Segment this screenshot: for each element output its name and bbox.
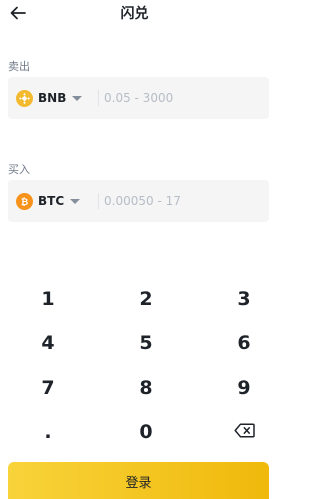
key-2[interactable]: 2 bbox=[116, 282, 176, 316]
sell-coin-name: BNB bbox=[38, 91, 67, 105]
key-3[interactable]: 3 bbox=[214, 282, 274, 316]
key-1[interactable]: 1 bbox=[18, 282, 78, 316]
key-dot[interactable]: . bbox=[18, 415, 78, 449]
sell-field: BNB bbox=[8, 77, 269, 119]
key-9[interactable]: 9 bbox=[214, 371, 274, 405]
backspace-icon bbox=[233, 421, 255, 443]
header: 闪兑 bbox=[0, 0, 269, 26]
bnb-coin-icon bbox=[16, 89, 33, 107]
sell-amount-input[interactable] bbox=[104, 88, 254, 108]
chevron-down-icon bbox=[70, 198, 81, 204]
backspace-key[interactable] bbox=[214, 415, 274, 449]
login-button[interactable]: 登录 bbox=[8, 462, 269, 499]
chevron-down-icon bbox=[72, 95, 83, 101]
sell-coin-selector[interactable]: BNB bbox=[16, 77, 83, 119]
svg-text:₿: ₿ bbox=[21, 197, 28, 207]
key-4[interactable]: 4 bbox=[18, 326, 78, 360]
key-6[interactable]: 6 bbox=[214, 326, 274, 360]
sell-label: 卖出 bbox=[8, 60, 30, 73]
buy-label: 买入 bbox=[8, 163, 30, 176]
buy-coin-selector[interactable]: ₿ BTC bbox=[16, 180, 81, 222]
buy-field: ₿ BTC bbox=[8, 180, 269, 222]
field-divider bbox=[98, 90, 99, 106]
key-0[interactable]: 0 bbox=[116, 415, 176, 449]
key-5[interactable]: 5 bbox=[116, 326, 176, 360]
buy-coin-name: BTC bbox=[38, 194, 65, 208]
key-7[interactable]: 7 bbox=[18, 371, 78, 405]
btc-coin-icon: ₿ bbox=[16, 192, 33, 210]
page-title: 闪兑 bbox=[120, 6, 149, 22]
key-8[interactable]: 8 bbox=[116, 371, 176, 405]
buy-amount-input[interactable] bbox=[104, 191, 254, 211]
field-divider bbox=[98, 193, 99, 209]
